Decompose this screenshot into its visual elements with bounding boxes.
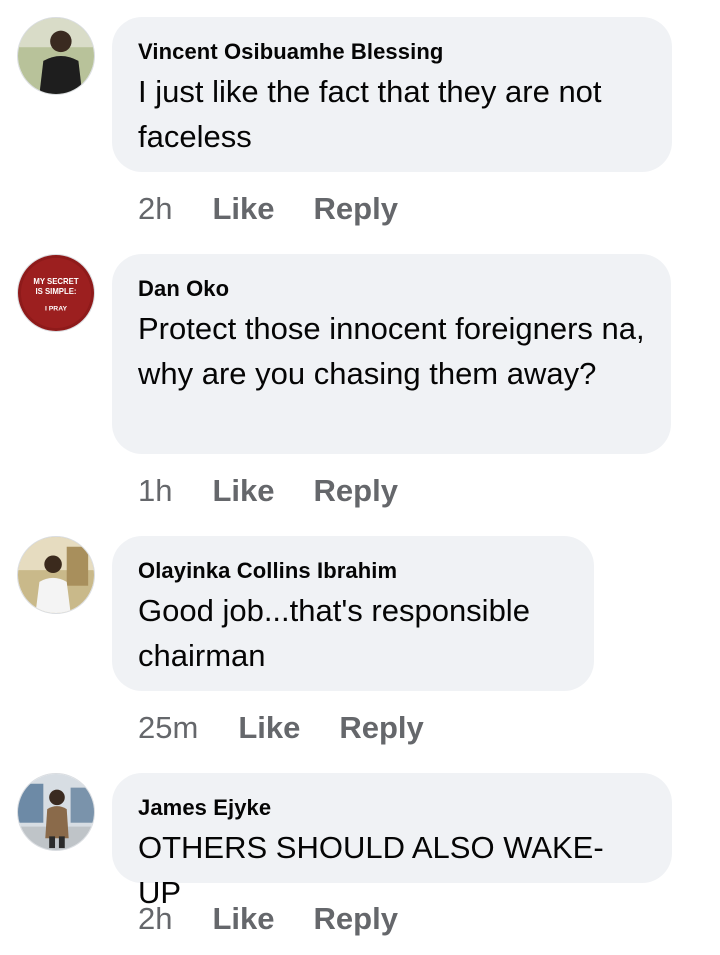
reply-button[interactable]: Reply — [339, 710, 423, 746]
comment-actions: 2h Like Reply — [138, 191, 398, 227]
avatar-caption: IS SIMPLE: — [35, 287, 76, 296]
avatar[interactable] — [17, 536, 95, 614]
comment-timestamp[interactable]: 2h — [138, 901, 172, 937]
comment-text: Good job...that's responsible chairman — [138, 593, 530, 673]
comment-bubble: Olayinka Collins Ibrahim Good job...that… — [112, 536, 594, 691]
comment-actions: 2h Like Reply — [138, 901, 398, 937]
like-button[interactable]: Like — [238, 710, 300, 746]
reply-button[interactable]: Reply — [314, 191, 398, 227]
comment-author[interactable]: Dan Oko — [138, 276, 645, 302]
avatar[interactable] — [17, 773, 95, 851]
profile-photo-icon — [18, 774, 94, 850]
comment-actions: 25m Like Reply — [138, 710, 424, 746]
comment-actions: 1h Like Reply — [138, 473, 398, 509]
comment-author[interactable]: Vincent Osibuamhe Blessing — [138, 39, 646, 65]
like-button[interactable]: Like — [212, 191, 274, 227]
comment-timestamp[interactable]: 2h — [138, 191, 172, 227]
comment-bubble: Vincent Osibuamhe Blessing I just like t… — [112, 17, 672, 172]
comment-bubble: Dan Oko Protect those innocent foreigner… — [112, 254, 671, 454]
reply-button[interactable]: Reply — [314, 901, 398, 937]
avatar[interactable] — [17, 17, 95, 95]
comment-author[interactable]: Olayinka Collins Ibrahim — [138, 558, 568, 584]
avatar-caption: I PRAY — [45, 306, 68, 313]
avatar[interactable]: MY SECRET IS SIMPLE: I PRAY — [17, 254, 95, 332]
comment-text: I just like the fact that they are not f… — [138, 74, 602, 154]
profile-photo-icon — [18, 18, 94, 94]
comment-timestamp[interactable]: 25m — [138, 710, 198, 746]
comment-bubble: James Ejyke OTHERS SHOULD ALSO WAKE-UP — [112, 773, 672, 910]
like-button[interactable]: Like — [212, 473, 274, 509]
comment-text: Protect those innocent foreigners na, wh… — [138, 311, 645, 391]
profile-photo-icon: MY SECRET IS SIMPLE: I PRAY — [18, 255, 94, 331]
like-button[interactable]: Like — [212, 901, 274, 937]
profile-photo-icon — [18, 537, 94, 613]
comment-timestamp[interactable]: 1h — [138, 473, 172, 509]
comment-author[interactable]: James Ejyke — [138, 795, 646, 821]
reply-button[interactable]: Reply — [314, 473, 398, 509]
avatar-caption: MY SECRET — [33, 277, 79, 286]
